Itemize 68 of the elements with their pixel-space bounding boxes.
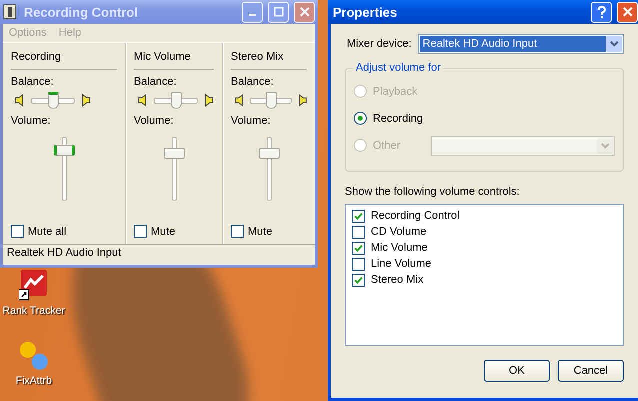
- mute-checkbox[interactable]: [134, 225, 147, 238]
- volume-label: Volume:: [134, 115, 175, 127]
- radio-button[interactable]: [354, 112, 367, 125]
- balance-slider[interactable]: [31, 92, 75, 109]
- speaker-icon: [81, 94, 91, 107]
- checkbox[interactable]: [352, 226, 365, 238]
- balance-label: Balance:: [134, 76, 178, 88]
- volume-slider[interactable]: [164, 137, 184, 201]
- slider-thumb[interactable]: [266, 92, 276, 109]
- maximize-icon: [274, 7, 284, 17]
- maximize-button[interactable]: [268, 2, 289, 22]
- speaker-icon: [235, 94, 244, 107]
- control-label[interactable]: Stereo Mix: [371, 274, 424, 286]
- chevron-down-icon: [600, 142, 610, 148]
- close-button[interactable]: [617, 2, 638, 22]
- control-label[interactable]: Mic Volume: [371, 242, 428, 254]
- speaker-icon: [138, 94, 148, 107]
- control-label[interactable]: Line Volume: [371, 258, 432, 270]
- checkbox[interactable]: [352, 242, 365, 254]
- mute-label[interactable]: Mute: [151, 226, 176, 238]
- slider-thumb[interactable]: [48, 92, 58, 109]
- mute-checkbox[interactable]: [231, 225, 244, 238]
- minimize-button[interactable]: [242, 2, 263, 22]
- channel-name: Mic Volume: [134, 49, 214, 70]
- close-icon: [300, 7, 310, 17]
- slider-thumb[interactable]: [258, 148, 280, 159]
- window-title: Recording Control: [23, 4, 140, 20]
- status-bar: Realtek HD Audio Input: [3, 244, 315, 265]
- group-title: Adjust volume for: [355, 62, 442, 74]
- mixer-device-dropdown[interactable]: Realtek HD Audio Input: [418, 34, 624, 54]
- speaker-icon: [15, 94, 25, 107]
- balance-label: Balance:: [231, 76, 275, 88]
- checkbox[interactable]: [352, 274, 365, 286]
- slider-thumb[interactable]: [164, 148, 184, 159]
- help-button[interactable]: [591, 2, 612, 22]
- mixer-device-label: Mixer device:: [347, 38, 412, 50]
- volume-slider[interactable]: [54, 137, 74, 201]
- dialog-button[interactable]: OK: [484, 360, 550, 382]
- control-label[interactable]: CD Volume: [371, 226, 427, 238]
- dialog-button[interactable]: Cancel: [558, 360, 624, 382]
- slider-thumb[interactable]: [170, 92, 182, 109]
- circles-icon: [18, 340, 50, 372]
- speaker-icon: [298, 94, 307, 107]
- control-label[interactable]: Recording Control: [371, 210, 460, 222]
- close-button[interactable]: [294, 2, 315, 22]
- close-icon: [622, 7, 632, 17]
- controls-label: Show the following volume controls:: [345, 186, 521, 198]
- balance-slider[interactable]: [154, 92, 198, 109]
- help-icon: [596, 6, 606, 18]
- mute-label[interactable]: Mute: [248, 226, 272, 238]
- checkbox[interactable]: [352, 210, 365, 222]
- chevron-down-icon: [610, 41, 618, 47]
- checkbox[interactable]: [352, 258, 365, 270]
- app-icon: [3, 4, 17, 20]
- speaker-icon: [204, 94, 214, 107]
- volume-label: Volume:: [11, 115, 52, 127]
- channel-name: Stereo Mix: [231, 49, 307, 70]
- channel-name: Recording: [11, 49, 117, 70]
- balance-label: Balance:: [11, 76, 55, 88]
- balance-slider[interactable]: [250, 92, 292, 109]
- chart-shortcut-icon: [19, 270, 49, 302]
- radio-label[interactable]: Recording: [373, 112, 424, 124]
- volume-slider[interactable]: [258, 137, 280, 201]
- window-title: Properties: [332, 4, 398, 20]
- mute-label[interactable]: Mute all: [28, 226, 67, 238]
- slider-thumb[interactable]: [54, 144, 74, 156]
- volume-label: Volume:: [231, 115, 272, 127]
- mute-checkbox[interactable]: [11, 225, 24, 238]
